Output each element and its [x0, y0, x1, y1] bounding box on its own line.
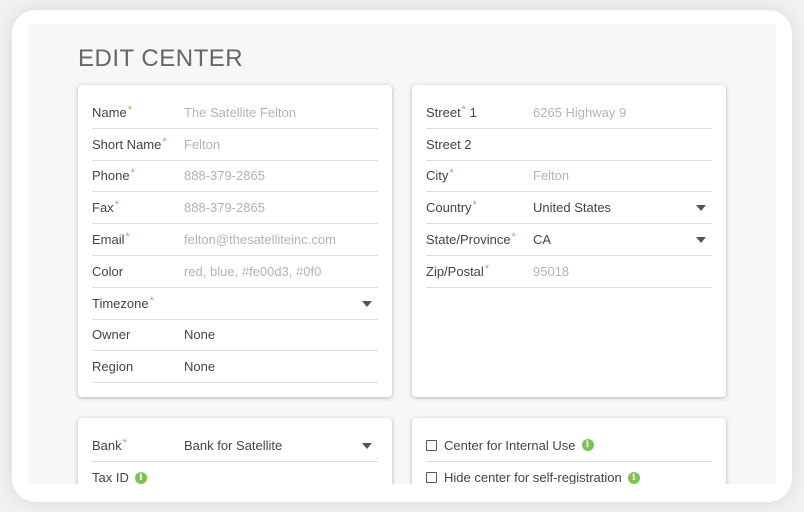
app-frame: EDIT CENTER Name* The Satellite Felton Sho…	[12, 10, 792, 502]
name-input[interactable]: The Satellite Felton	[184, 105, 296, 120]
bank-select[interactable]: Bank for Satellite	[184, 438, 282, 453]
bank-label-text: Bank	[92, 437, 122, 453]
required-marker: *	[149, 294, 154, 307]
city-input[interactable]: Felton	[533, 168, 569, 183]
city-label: City*	[426, 167, 454, 184]
center-info-card: Name* The Satellite Felton Short Name* Felt…	[78, 85, 392, 397]
country-row[interactable]: Country* United States	[426, 192, 712, 225]
region-input[interactable]: None	[184, 359, 215, 374]
required-marker: *	[472, 199, 477, 212]
state-row[interactable]: State/Province* CA	[426, 224, 712, 256]
state-label-text: State/Province	[426, 232, 511, 248]
street1-label-text: Street	[426, 104, 461, 120]
bank-label: Bank*	[92, 436, 127, 453]
phone-label: Phone*	[92, 167, 135, 184]
page-title: EDIT CENTER	[78, 45, 244, 72]
street1-input[interactable]: 6265 Highway 9	[533, 105, 626, 120]
tax-id-label: Tax ID	[92, 470, 129, 484]
country-select[interactable]: United States	[533, 200, 611, 215]
city-row[interactable]: City* Felton	[426, 161, 712, 193]
zip-label: Zip/Postal*	[426, 262, 490, 279]
required-marker: *	[511, 231, 516, 244]
chevron-down-icon[interactable]	[696, 237, 706, 244]
country-label-text: Country	[426, 200, 472, 216]
info-icon[interactable]: i	[134, 471, 147, 484]
city-label-text: City	[426, 168, 449, 184]
short-name-row[interactable]: Short Name* Felton	[92, 129, 378, 161]
phone-label-text: Phone	[92, 168, 130, 184]
required-marker: *	[162, 135, 167, 148]
required-marker: *	[449, 167, 454, 180]
short-name-label-text: Short Name	[92, 136, 162, 152]
name-row[interactable]: Name* The Satellite Felton	[92, 97, 378, 129]
street1-row[interactable]: Street* 1 6265 Highway 9	[426, 97, 712, 129]
hide-registration-label[interactable]: Hide center for self-registration	[444, 470, 622, 484]
center-info-fields: Name* The Satellite Felton Short Name* Felt…	[92, 97, 378, 384]
bank-card: Bank* Bank for Satellite Tax ID i	[78, 418, 392, 484]
owner-row[interactable]: Owner None	[92, 320, 378, 352]
email-label-text: Email	[92, 232, 125, 248]
timezone-label-text: Timezone	[92, 295, 149, 311]
zip-label-text: Zip/Postal	[426, 263, 484, 279]
color-label-text: Color	[92, 263, 124, 279]
color-label: Color	[92, 264, 123, 279]
color-input[interactable]: red, blue, #fe00d3, #0f0	[184, 264, 321, 279]
email-input[interactable]: felton@thesatelliteinc.com	[184, 232, 336, 247]
internal-use-checkbox[interactable]	[426, 439, 437, 451]
owner-label-text: Owner	[92, 327, 131, 343]
street2-label: Street 2	[426, 136, 472, 152]
tax-id-row[interactable]: Tax ID i	[92, 462, 378, 484]
phone-input[interactable]: 888-379-2865	[184, 168, 265, 183]
required-marker: *	[114, 199, 119, 212]
color-row[interactable]: Color red, blue, #fe00d3, #0f0	[92, 256, 378, 288]
required-marker: *	[122, 436, 127, 449]
chevron-down-icon[interactable]	[362, 300, 372, 307]
internal-use-label[interactable]: Center for Internal Use	[444, 438, 576, 453]
required-marker: *	[127, 103, 132, 116]
name-label-text: Name	[92, 104, 127, 120]
required-marker: *	[461, 103, 466, 116]
fax-row[interactable]: Fax* 888-379-2865	[92, 192, 378, 225]
chevron-down-icon[interactable]	[696, 205, 706, 212]
timezone-row[interactable]: Timezone*	[92, 288, 378, 320]
fax-label-text: Fax	[92, 200, 114, 216]
internal-use-row[interactable]: Center for Internal Use i	[426, 430, 712, 462]
info-icon[interactable]: i	[627, 471, 640, 484]
region-label-text: Region	[92, 359, 134, 375]
state-label: State/Province*	[426, 231, 516, 248]
zip-row[interactable]: Zip/Postal* 95018	[426, 256, 712, 288]
fax-input[interactable]: 888-379-2865	[184, 200, 265, 215]
short-name-label: Short Name*	[92, 135, 167, 152]
page-sheet: EDIT CENTER Name* The Satellite Felton Sho…	[28, 24, 776, 484]
options-card: Center for Internal Use i Hide center fo…	[412, 418, 726, 484]
region-label: Region	[92, 359, 133, 374]
phone-row[interactable]: Phone* 888-379-2865	[92, 161, 378, 193]
fax-label: Fax*	[92, 199, 119, 216]
name-label: Name*	[92, 103, 132, 120]
required-marker: *	[484, 262, 490, 275]
address-card: Street* 1 6265 Highway 9 Street 2 City* …	[412, 85, 726, 397]
email-label: Email*	[92, 231, 130, 248]
owner-input[interactable]: None	[184, 327, 215, 342]
street1-label: Street* 1	[426, 103, 477, 120]
timezone-label: Timezone*	[92, 294, 154, 311]
street2-row[interactable]: Street 2	[426, 129, 712, 161]
info-icon[interactable]: i	[581, 439, 594, 452]
bank-row[interactable]: Bank* Bank for Satellite	[92, 430, 378, 462]
zip-input[interactable]: 95018	[533, 264, 569, 279]
street1-label-suffix: 1	[465, 104, 477, 120]
required-marker: *	[130, 167, 135, 180]
state-select[interactable]: CA	[533, 232, 551, 247]
chevron-down-icon[interactable]	[362, 443, 372, 449]
short-name-input[interactable]: Felton	[184, 137, 220, 152]
hide-registration-checkbox[interactable]	[426, 472, 437, 484]
country-label: Country*	[426, 199, 477, 216]
email-row[interactable]: Email* felton@thesatelliteinc.com	[92, 224, 378, 256]
owner-label: Owner	[92, 327, 130, 342]
region-row[interactable]: Region None	[92, 351, 378, 384]
hide-registration-row[interactable]: Hide center for self-registration i	[426, 462, 712, 484]
required-marker: *	[125, 231, 130, 244]
